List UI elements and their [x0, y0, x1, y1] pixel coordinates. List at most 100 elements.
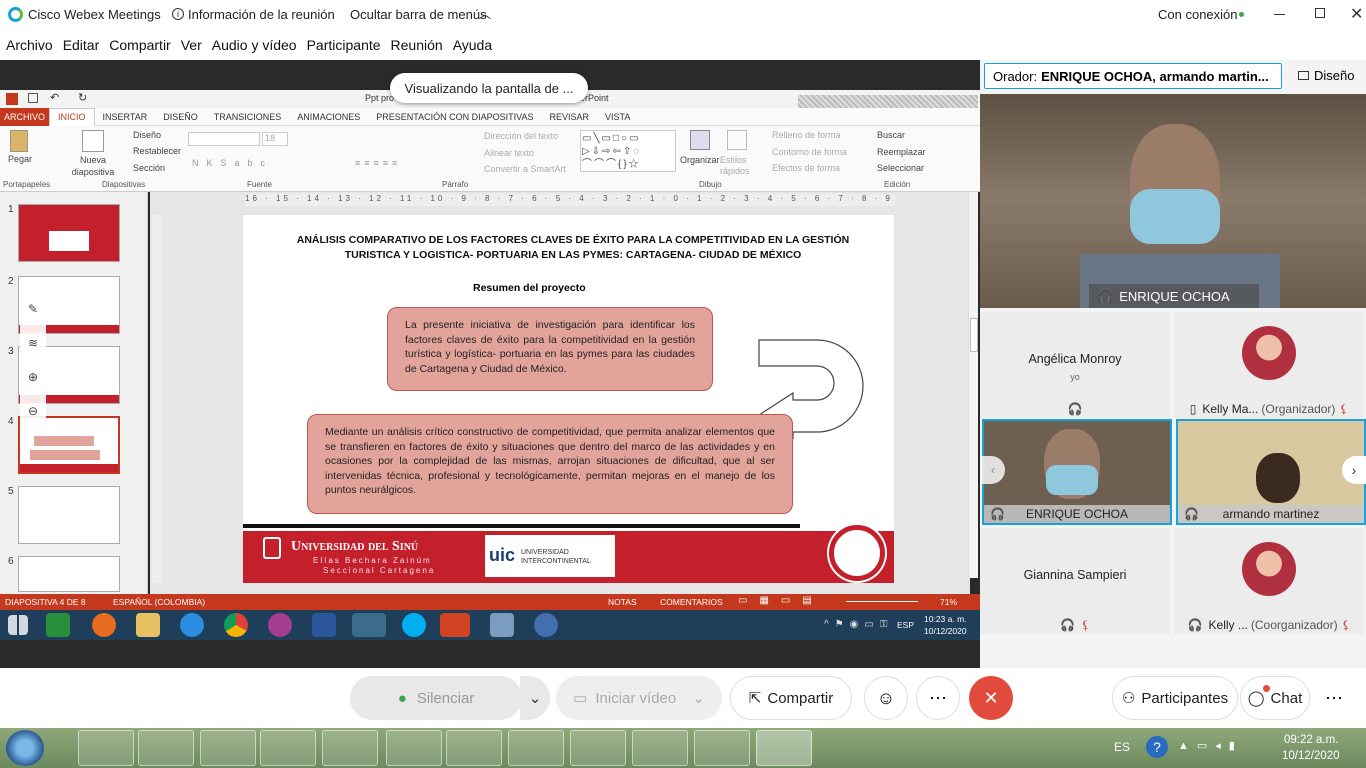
webex-taskbar-icon[interactable]: [352, 613, 386, 637]
media-task[interactable]: [260, 730, 316, 766]
slide-thumbnail-5[interactable]: [18, 486, 120, 544]
menu-audio-video[interactable]: Audio y vídeo: [212, 37, 297, 53]
windows-start-icon[interactable]: [8, 615, 28, 635]
webex-task[interactable]: [756, 730, 812, 766]
participant-tile-kelly-coorganizer[interactable]: 🎧 Kelly ... (Coorganizador) ⚸: [1174, 528, 1364, 634]
end-meeting-button[interactable]: ✕: [969, 676, 1013, 720]
participant-tile-enrique[interactable]: 🎧 ENRIQUE OCHOA: [982, 419, 1172, 525]
participant-tile-giannina[interactable]: Giannina Sampieri 🎧 ⚸: [980, 528, 1170, 634]
redo-icon[interactable]: ↻: [78, 91, 87, 104]
paint-task[interactable]: [632, 730, 688, 766]
save-icon[interactable]: [28, 93, 38, 103]
find-button[interactable]: Buscar: [877, 130, 905, 140]
gimp-task[interactable]: [322, 730, 378, 766]
more-options-button[interactable]: ⋯: [916, 676, 960, 720]
shape-effects-button[interactable]: Efectos de forma: [772, 163, 840, 173]
vertical-scrollbar[interactable]: [968, 192, 978, 578]
windows-start-button[interactable]: [6, 730, 44, 766]
maximize-icon[interactable]: [1315, 8, 1325, 18]
menu-ayuda[interactable]: Ayuda: [453, 37, 492, 53]
slide-thumbnail-6[interactable]: [18, 556, 120, 592]
new-slide-button[interactable]: Nueva diapositiva: [68, 154, 118, 178]
hide-menu-button[interactable]: Ocultar barra de menús: [350, 7, 487, 22]
chevron-up-icon[interactable]: ︿: [479, 5, 491, 22]
firefox-task[interactable]: [78, 730, 134, 766]
undo-icon[interactable]: ↶: [50, 91, 59, 104]
explorer-icon[interactable]: [136, 613, 160, 637]
app-icon[interactable]: [268, 613, 292, 637]
reactions-button[interactable]: ☺: [864, 676, 908, 720]
arrange-icon[interactable]: [690, 130, 710, 150]
tab-archivo[interactable]: ARCHIVO: [0, 107, 50, 126]
font-format-buttons[interactable]: NKSabc: [192, 158, 273, 168]
view-buttons[interactable]: ▭▦▭▤: [738, 595, 824, 606]
chrome-task[interactable]: [446, 730, 502, 766]
participant-tile-kelly-organizer[interactable]: ▯ Kelly Ma... (Organizador) ⚸: [1174, 312, 1364, 418]
sync-icon[interactable]: [534, 613, 558, 637]
participants-button[interactable]: ⚇ Participantes: [1112, 676, 1238, 720]
ie-icon[interactable]: [180, 613, 204, 637]
font-name-box[interactable]: [188, 132, 260, 146]
notes-button[interactable]: NOTAS: [608, 597, 637, 607]
participant-tile-angelica[interactable]: Angélica Monroy yo 🎧: [980, 312, 1170, 418]
firefox-icon[interactable]: [92, 613, 116, 637]
quick-styles-icon[interactable]: [727, 130, 747, 150]
chat-button[interactable]: ◯ Chat: [1240, 676, 1310, 720]
reset-button[interactable]: Restablecer: [133, 146, 181, 156]
info-icon[interactable]: i: [172, 8, 184, 20]
zoom-level[interactable]: 71%: [940, 597, 957, 607]
tab-vista[interactable]: VISTA: [597, 112, 638, 122]
tab-animaciones[interactable]: ANIMACIONES: [289, 112, 368, 122]
tab-transiciones[interactable]: TRANSICIONES: [206, 112, 290, 122]
tab-inicio[interactable]: INICIO: [49, 107, 95, 126]
section-button[interactable]: Sección: [133, 163, 165, 173]
quick-styles-button[interactable]: Estilos rápidos: [720, 155, 754, 177]
zoom-out-icon[interactable]: ⊖: [20, 394, 46, 428]
help-icon[interactable]: ?: [1146, 736, 1168, 758]
next-page-button[interactable]: ›: [1342, 456, 1366, 484]
menu-participante[interactable]: Participante: [307, 37, 381, 53]
chrome-icon[interactable]: [224, 613, 248, 637]
tab-diseno[interactable]: DISEÑO: [155, 112, 206, 122]
powerpoint-icon[interactable]: [440, 613, 470, 637]
slide-thumbnail-1[interactable]: [18, 204, 120, 262]
menu-ver[interactable]: Ver: [181, 37, 202, 53]
zoom-slider[interactable]: [846, 601, 918, 602]
select-button[interactable]: Seleccionar: [877, 163, 924, 173]
tab-presentacion[interactable]: PRESENTACIÓN CON DIAPOSITIVAS: [368, 112, 541, 122]
language-status[interactable]: ESPAÑOL (COLOMBIA): [113, 597, 205, 607]
pen-icon[interactable]: ✎: [20, 292, 46, 326]
tray-icons[interactable]: ▲▭◂▮: [1178, 739, 1243, 752]
calculator-task[interactable]: [138, 730, 194, 766]
new-slide-icon[interactable]: [82, 130, 104, 152]
video-button[interactable]: ▭ Iniciar vídeo ⌄: [556, 676, 722, 720]
remote-tray-icons[interactable]: ^⚑◉▭⚿: [824, 619, 893, 630]
mute-button[interactable]: ● Silenciar: [350, 676, 522, 720]
shape-outline-button[interactable]: Contorno de forma: [772, 147, 847, 157]
skype-icon[interactable]: [402, 613, 426, 637]
explorer-task[interactable]: [508, 730, 564, 766]
paragraph-align-icons[interactable]: ≡≡≡≡≡: [355, 158, 401, 168]
menu-reunion[interactable]: Reunión: [391, 37, 443, 53]
panel-more-button[interactable]: ⋯: [1314, 676, 1354, 720]
minimize-icon[interactable]: [1274, 14, 1285, 15]
word-icon[interactable]: [312, 613, 336, 637]
close-icon[interactable]: ✕: [1350, 4, 1363, 24]
tray-lang[interactable]: ES: [1114, 740, 1130, 754]
pointer-icon[interactable]: ≋: [20, 326, 46, 360]
notes-task[interactable]: [200, 730, 256, 766]
kaspersky-task[interactable]: [694, 730, 750, 766]
shape-fill-button[interactable]: Relleno de forma: [772, 130, 841, 140]
share-banner[interactable]: Visualizando la pantalla de ...: [390, 73, 588, 103]
paste-icon[interactable]: [10, 130, 28, 152]
tab-revisar[interactable]: REVISAR: [541, 112, 597, 122]
menu-editar[interactable]: Editar: [63, 37, 100, 53]
zoom-in-icon[interactable]: ⊕: [20, 360, 46, 394]
share-button[interactable]: ⇱ Compartir: [730, 676, 852, 720]
menu-archivo[interactable]: Archivo: [6, 37, 53, 53]
smartart-button[interactable]: Convertir a SmartArt: [484, 164, 566, 174]
current-slide[interactable]: ANÁLISIS COMPARATIVO DE LOS FACTORES CLA…: [243, 215, 894, 583]
replace-button[interactable]: Reemplazar: [877, 147, 926, 157]
menu-compartir[interactable]: Compartir: [109, 37, 170, 53]
word-task[interactable]: [570, 730, 626, 766]
